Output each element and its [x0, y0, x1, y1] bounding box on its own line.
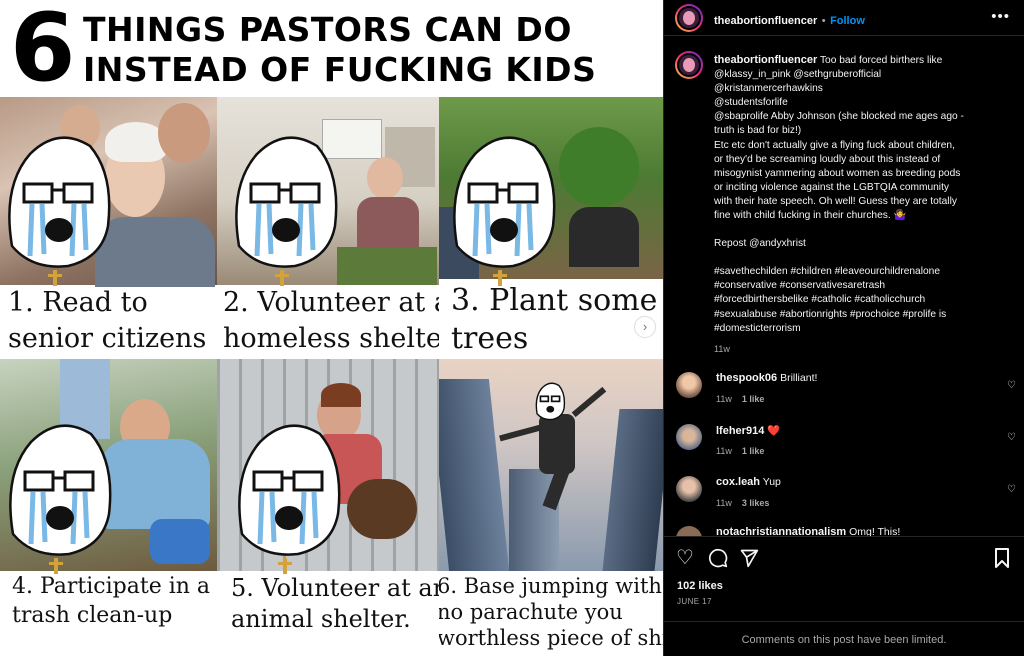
caption-line: or inciting violence against the LGBTQIA…: [714, 181, 949, 193]
chevron-right-icon: ›: [642, 319, 648, 334]
caption-line: Too bad forced birthers like: [819, 55, 943, 66]
follow-button[interactable]: Follow: [830, 15, 865, 27]
comment-text: Omg! This!: [849, 526, 901, 536]
crying-wojak-1: [2, 126, 114, 286]
comment-text: Yup: [762, 476, 781, 488]
comment-likes[interactable]: 1 like: [742, 446, 765, 456]
author-username[interactable]: theabortionfluencer: [714, 15, 817, 27]
heart-icon[interactable]: ♡: [1007, 484, 1016, 495]
hashtag-line[interactable]: #savethechilden #children #leaveourchild…: [714, 265, 1014, 279]
caption-avatar[interactable]: [675, 51, 703, 79]
meme-header: 6 THINGS PASTORS CAN DO INSTEAD OF FUCKI…: [0, 0, 663, 97]
post-image[interactable]: 6 THINGS PASTORS CAN DO INSTEAD OF FUCKI…: [0, 0, 663, 656]
comment-username[interactable]: thespook06: [716, 372, 777, 384]
meme-title-line1: THINGS PASTORS CAN DO: [83, 10, 572, 49]
post-date[interactable]: JUNE 17: [677, 597, 712, 606]
post-header: theabortionfluencer • Follow •••: [664, 0, 1024, 36]
panel-caption-3b: trees: [451, 321, 529, 356]
separator-dot: •: [821, 15, 826, 27]
hashtag-line[interactable]: #forcedbirthersbelike #catholic #catholi…: [714, 293, 1014, 307]
panel-caption-3a: 3. Plant some: [451, 283, 658, 318]
author-avatar[interactable]: [675, 4, 703, 32]
panel-caption-5a: 5. Volunteer at an: [231, 574, 439, 602]
caption-line: @kristanmercerhawkins: [714, 83, 823, 95]
avatar[interactable]: [676, 526, 702, 536]
panel-caption-5b: animal shelter.: [231, 605, 411, 633]
comment-text: ❤️: [767, 425, 781, 437]
small-wojak-6: [530, 380, 570, 425]
comments-panel: theabortionfluencer • Follow ••• theabor…: [663, 0, 1024, 656]
caption-line: @klassy_in_pink @sethgruberofficial: [714, 69, 882, 81]
post-caption: theabortionfluencer Too bad forced birth…: [714, 53, 1014, 356]
panel-caption-1b: senior citizens: [8, 323, 207, 354]
meme-title-line2: INSTEAD OF FUCKING KIDS: [83, 50, 597, 89]
caption-line: with their hate speech. Oh well! Guess t…: [714, 195, 957, 207]
comment-time[interactable]: 11w: [716, 446, 732, 456]
comment-username[interactable]: cox.leah: [716, 476, 760, 488]
caption-line: truth is bad for biz!): [714, 125, 802, 137]
caption-username[interactable]: theabortionfluencer: [714, 54, 817, 66]
caption-timestamp[interactable]: 11w: [714, 342, 1014, 356]
comments-limited-notice: Comments on this post have been limited.: [664, 621, 1024, 656]
panel-caption-6b: no parachute you: [439, 600, 623, 624]
panel-caption-4b: trash clean-up: [12, 603, 173, 628]
bookmark-icon[interactable]: [994, 548, 1010, 572]
comment-text: Brilliant!: [780, 372, 818, 384]
comment-time[interactable]: 11w: [716, 498, 732, 508]
next-slide-button[interactable]: ›: [634, 316, 656, 338]
caption-line: Etc etc don't actually give a flying fuc…: [714, 139, 955, 151]
comment-username[interactable]: lfeher914: [716, 425, 764, 437]
comment-item: thespook06 Brilliant! 11w 1 like ♡: [676, 372, 1016, 412]
avatar[interactable]: [676, 372, 702, 398]
comment-item: notachristiannationalism Omg! This!: [676, 526, 1016, 536]
heart-icon[interactable]: ♡: [676, 548, 694, 568]
hashtag-line[interactable]: #conservative #conservativesaretrash: [714, 279, 1014, 293]
more-horizontal-icon[interactable]: •••: [991, 8, 1010, 25]
comment-icon[interactable]: [708, 548, 728, 572]
crying-wojak-3: [447, 126, 559, 286]
repost-credit: Repost @andyxhrist: [714, 238, 806, 250]
comment-username[interactable]: notachristiannationalism: [716, 526, 846, 536]
crying-wojak-5: [232, 414, 344, 574]
comment-item: lfeher914 ❤️ 11w 1 like ♡: [676, 424, 1016, 464]
caption-line: misogynist yammering about women as bree…: [714, 167, 961, 179]
caption-line: @studentsforlife: [714, 97, 788, 109]
caption-line: or they'd be screaming loudly about this…: [714, 153, 941, 165]
comment-likes[interactable]: 3 likes: [742, 498, 770, 508]
post-actions: ♡ 102 likes JUNE 17 Comments on this pos…: [664, 536, 1024, 656]
panel-caption-2a: 2. Volunteer at a: [223, 287, 439, 318]
comment-item: cox.leah Yup 11w 3 likes ♡: [676, 476, 1016, 516]
crying-wojak-2: [229, 126, 341, 286]
heart-icon[interactable]: ♡: [1007, 432, 1016, 443]
avatar[interactable]: [676, 424, 702, 450]
avatar[interactable]: [676, 476, 702, 502]
panel-caption-6a: 6. Base jumping with: [439, 574, 662, 598]
panel-caption-6c: worthless piece of shits: [439, 626, 663, 650]
panel-caption-4a: 4. Participate in a: [12, 574, 211, 599]
likes-count[interactable]: 102 likes: [677, 580, 723, 592]
heart-icon[interactable]: ♡: [1007, 380, 1016, 391]
hashtag-line[interactable]: #sexualabuse #abortionrights #prochoice …: [714, 308, 1014, 322]
panel-caption-1a: 1. Read to: [8, 287, 148, 318]
caption-line: @sbaprolife Abby Johnson (she blocked me…: [714, 111, 964, 123]
comment-time[interactable]: 11w: [716, 394, 732, 404]
caption-line: fine with child fucking in their churche…: [714, 210, 907, 222]
meme-number: 6: [10, 0, 76, 103]
comment-likes[interactable]: 1 like: [742, 394, 765, 404]
panel-caption-2b: homeless shelter: [223, 323, 439, 354]
crying-wojak-4: [3, 414, 115, 574]
share-icon[interactable]: [739, 548, 759, 572]
hashtag-line[interactable]: #domesticterrorism: [714, 322, 1014, 336]
